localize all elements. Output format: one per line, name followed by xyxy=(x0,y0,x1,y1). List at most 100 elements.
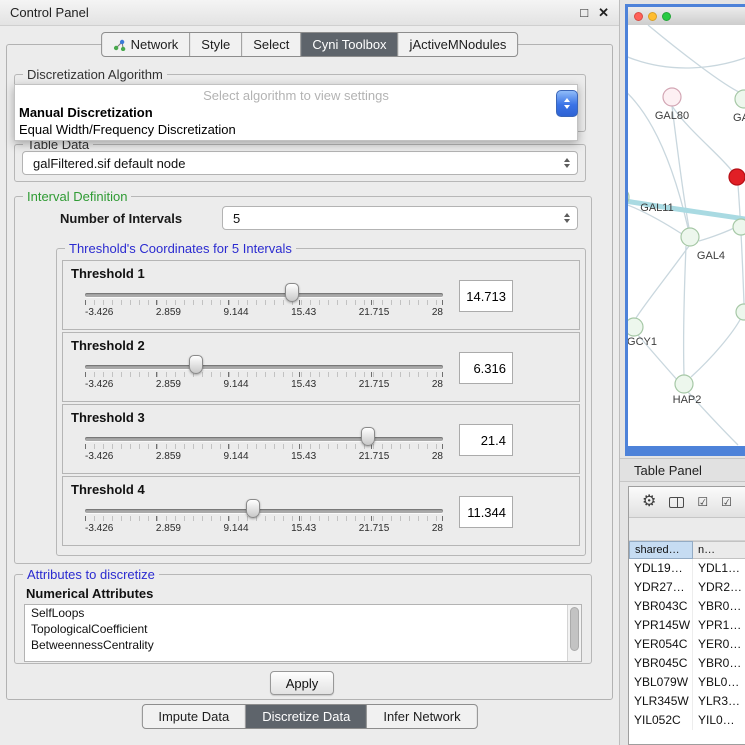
slider-thumb[interactable] xyxy=(361,427,375,446)
settings-gear-icon[interactable]: ⚙ xyxy=(642,494,656,510)
table-row[interactable]: YIL052CYIL0… xyxy=(629,711,745,730)
network-node[interactable] xyxy=(736,304,745,320)
table-cell[interactable]: YPR145W xyxy=(629,616,693,635)
slider-track[interactable] xyxy=(85,509,443,513)
table-cell[interactable]: YBR0… xyxy=(693,597,745,616)
table-cell[interactable]: YIL052C xyxy=(629,711,693,730)
network-edge[interactable] xyxy=(648,25,741,93)
dropdown-option-manual-discretization[interactable]: Manual Discretization xyxy=(15,104,577,121)
tab-infer-network[interactable]: Infer Network xyxy=(367,705,476,728)
table-cell[interactable]: YER054C xyxy=(629,635,693,654)
table-cell[interactable]: YBR0… xyxy=(693,654,745,673)
table-cell[interactable]: YDR2… xyxy=(693,578,745,597)
table-cell[interactable]: YER0… xyxy=(693,635,745,654)
threshold-3-slider[interactable]: -3.4262.8599.14415.4321.71528 xyxy=(85,427,443,467)
network-edge[interactable] xyxy=(738,185,744,304)
network-icon xyxy=(113,39,126,51)
tab-impute-data[interactable]: Impute Data xyxy=(142,705,246,728)
network-node[interactable] xyxy=(681,228,699,246)
table-cell[interactable]: YBR043C xyxy=(629,597,693,616)
table-row[interactable]: YDR27…YDR2… xyxy=(629,578,745,597)
network-edge[interactable] xyxy=(699,228,734,241)
scrollbar-thumb[interactable] xyxy=(570,607,579,651)
tab-discretize-data[interactable]: Discretize Data xyxy=(246,705,367,728)
table-header-row: shared… n… xyxy=(629,541,745,559)
network-node[interactable] xyxy=(628,318,643,336)
select-all-columns-icon[interactable]: ☑ xyxy=(697,496,708,508)
algorithm-combo-stepper-button[interactable] xyxy=(556,90,578,117)
threshold-1-value-input[interactable]: 14.713 xyxy=(459,280,513,312)
table-row[interactable]: YBL079WYBL0… xyxy=(629,673,745,692)
table-cell[interactable]: YDR27… xyxy=(629,578,693,597)
tick-label: 9.144 xyxy=(224,379,249,390)
slider-track[interactable] xyxy=(85,437,443,441)
threshold-3-value-input[interactable]: 21.4 xyxy=(459,424,513,456)
network-node[interactable] xyxy=(733,219,745,235)
threshold-2-slider[interactable]: -3.4262.8599.14415.4321.71528 xyxy=(85,355,443,395)
table-row[interactable]: YBR045CYBR0… xyxy=(629,654,745,673)
float-window-icon[interactable]: □ xyxy=(580,6,588,19)
tab-label: Select xyxy=(253,37,289,52)
tab-network[interactable]: Network xyxy=(102,33,191,56)
slider-track[interactable] xyxy=(85,293,443,297)
slider-thumb[interactable] xyxy=(189,355,203,374)
network-edge[interactable] xyxy=(636,246,689,318)
table-cell[interactable]: YPR1… xyxy=(693,616,745,635)
table-data-combobox[interactable]: galFiltered.sif default node xyxy=(22,151,578,175)
numerical-attributes-label: Numerical Attributes xyxy=(26,586,153,601)
table-cell[interactable]: YDL19… xyxy=(629,559,693,578)
table-cell[interactable]: YDL1… xyxy=(693,559,745,578)
close-traffic-light[interactable] xyxy=(634,12,643,21)
column-header-shared-name[interactable]: shared… xyxy=(629,541,693,559)
tab-select[interactable]: Select xyxy=(242,33,301,56)
threshold-1-slider[interactable]: -3.4262.8599.14415.4321.71528 xyxy=(85,283,443,323)
slider-thumb[interactable] xyxy=(285,283,299,302)
tab-cyni-toolbox[interactable]: Cyni Toolbox xyxy=(301,33,398,56)
tick-label: 28 xyxy=(432,451,443,462)
network-node[interactable] xyxy=(675,375,693,393)
table-row[interactable]: YER054CYER0… xyxy=(629,635,745,654)
table-row[interactable]: YPR145WYPR1… xyxy=(629,616,745,635)
list-scrollbar[interactable] xyxy=(567,605,581,661)
number-of-intervals-combobox[interactable]: 5 xyxy=(222,206,578,230)
minimize-traffic-light[interactable] xyxy=(648,12,657,21)
attribute-item[interactable]: TopologicalCoefficient xyxy=(25,621,581,637)
threshold-label: Threshold 2 xyxy=(71,338,145,353)
column-header-name[interactable]: n… xyxy=(693,541,745,559)
apply-button[interactable]: Apply xyxy=(270,671,334,695)
dropdown-option-equal-width[interactable]: Equal Width/Frequency Discretization xyxy=(15,121,577,138)
tab-style[interactable]: Style xyxy=(190,33,242,56)
table-cell[interactable]: YLR3… xyxy=(693,692,745,711)
slider-thumb[interactable] xyxy=(246,499,260,518)
table-cell[interactable]: YBL079W xyxy=(629,673,693,692)
slider-track[interactable] xyxy=(85,365,443,369)
columns-icon[interactable] xyxy=(669,497,684,508)
threshold-4-value-input[interactable]: 11.344 xyxy=(459,496,513,528)
zoom-traffic-light[interactable] xyxy=(662,12,671,21)
table-row[interactable]: YBR043CYBR0… xyxy=(629,597,745,616)
tick-label: -3.426 xyxy=(85,307,113,318)
threshold-4-slider[interactable]: -3.4262.8599.14415.4321.71528 xyxy=(85,499,443,539)
table-row[interactable]: YDL19…YDL1… xyxy=(629,559,745,578)
network-node[interactable] xyxy=(735,90,745,108)
table-cell[interactable]: YBL0… xyxy=(693,673,745,692)
attribute-item[interactable]: BetweennessCentrality xyxy=(25,637,581,653)
table-row[interactable]: YLR345WYLR3… xyxy=(629,692,745,711)
close-icon[interactable]: ✕ xyxy=(598,6,609,19)
network-edge[interactable] xyxy=(691,318,741,377)
network-canvas[interactable]: GAL80GAGAL11GAL4GCY1HAP2 xyxy=(628,25,745,446)
table-cell[interactable]: YBR045C xyxy=(629,654,693,673)
attribute-item[interactable]: SelfLoops xyxy=(25,605,581,621)
table-cell[interactable]: YLR345W xyxy=(629,692,693,711)
unselect-all-columns-icon[interactable]: ☑ xyxy=(721,496,732,508)
tab-jactivemnodules[interactable]: jActiveMNodules xyxy=(399,33,518,56)
tick-label: 2.859 xyxy=(156,307,181,318)
table-cell[interactable]: YIL0… xyxy=(693,711,745,730)
threshold-2-value-input[interactable]: 6.316 xyxy=(459,352,513,384)
group-title: Discretization Algorithm xyxy=(23,66,167,83)
tab-label: Discretize Data xyxy=(262,709,350,724)
network-node[interactable] xyxy=(729,169,745,185)
network-edge[interactable] xyxy=(684,246,686,375)
network-node[interactable] xyxy=(663,88,681,106)
network-window-titlebar[interactable] xyxy=(628,7,745,26)
